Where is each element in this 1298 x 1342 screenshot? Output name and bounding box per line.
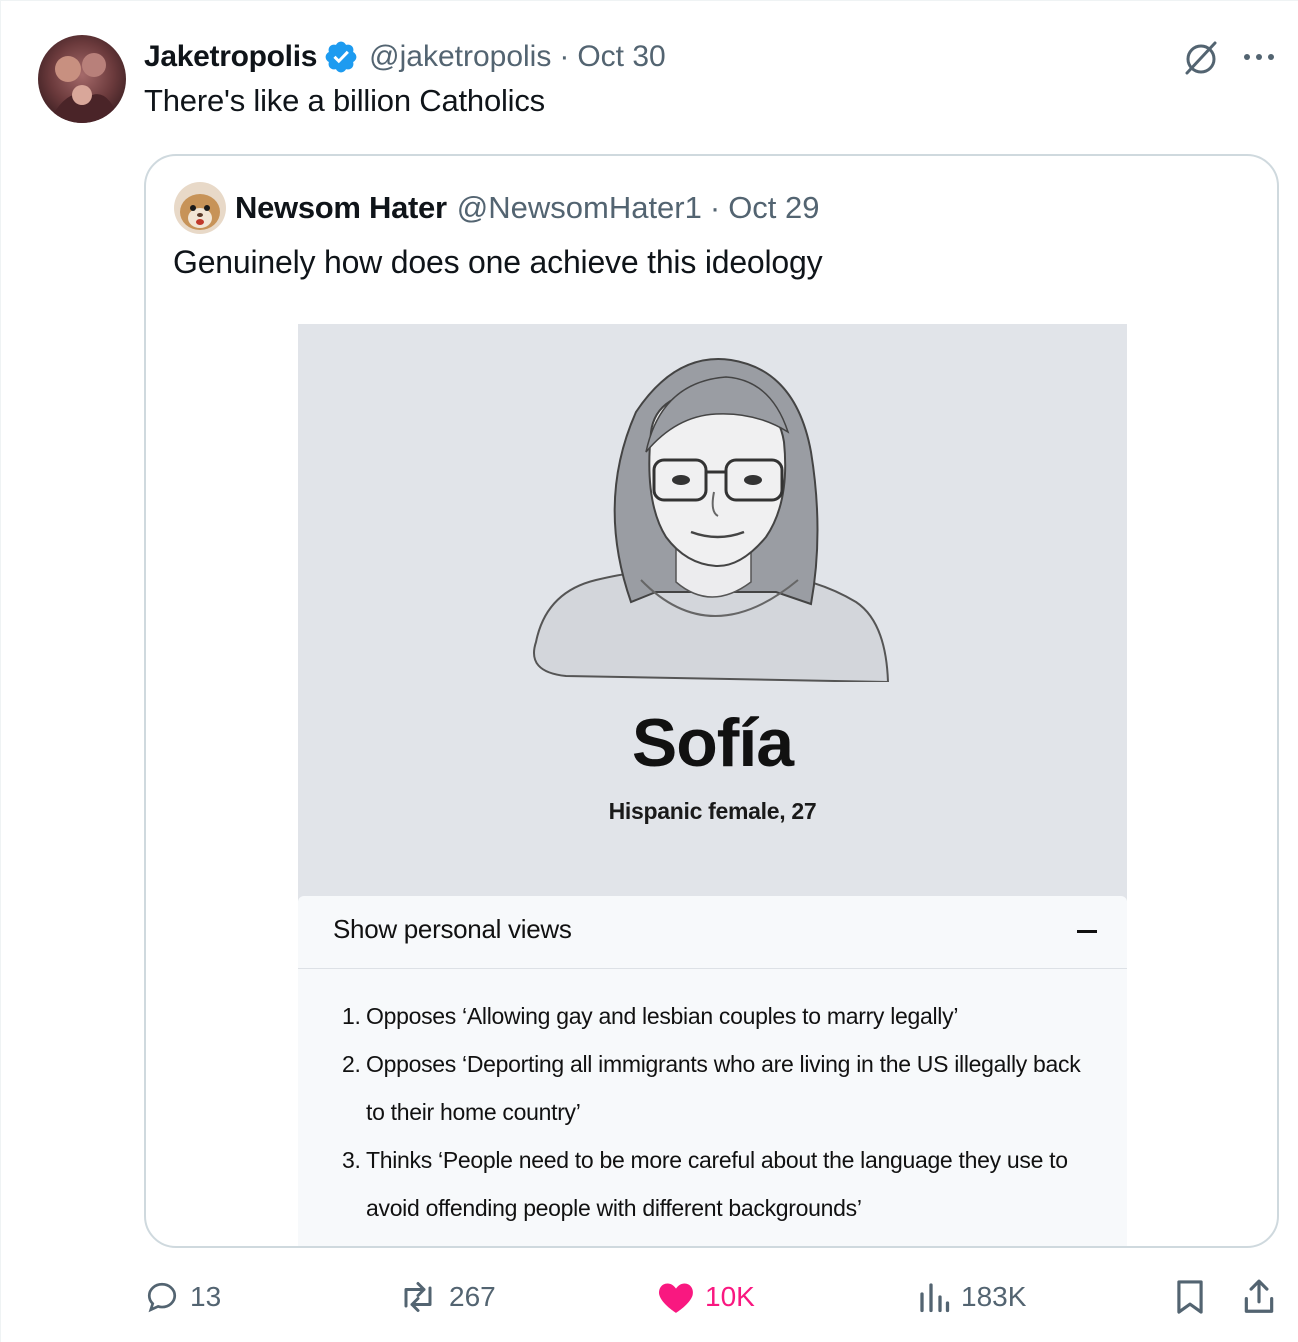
more-icon[interactable] bbox=[1241, 45, 1277, 69]
like-count: 10K bbox=[705, 1281, 755, 1312]
card-person-subtitle: Hispanic female, 27 bbox=[608, 798, 817, 824]
list-item: 2. Opposes ‘Deporting all immigrants who… bbox=[342, 1040, 1102, 1136]
analytics-icon bbox=[920, 1283, 950, 1313]
share-icon bbox=[1244, 1279, 1274, 1313]
like-button[interactable]: 10K bbox=[657, 1271, 755, 1323]
quoted-post-header: Newsom Hater @NewsomHater1 · Oct 29 bbox=[235, 186, 820, 230]
views-button[interactable]: 183K bbox=[917, 1271, 1026, 1323]
heart-icon bbox=[659, 1283, 693, 1313]
bookmark-icon bbox=[1177, 1280, 1203, 1314]
post-header: Jaketropolis @jaketropolis · Oct 30 bbox=[144, 35, 666, 79]
views-count: 183K bbox=[961, 1281, 1027, 1312]
reply-icon bbox=[147, 1282, 177, 1313]
action-bar: 13 267 10K 183K bbox=[1, 1271, 1298, 1323]
quoted-post[interactable]: Newsom Hater @NewsomHater1 · Oct 29 Genu… bbox=[144, 154, 1279, 1248]
author-handle[interactable]: @jaketropolis bbox=[369, 40, 551, 74]
quoted-author-handle[interactable]: @NewsomHater1 bbox=[457, 190, 702, 226]
list-item-number: 1. bbox=[342, 1003, 361, 1029]
portrait-illustration bbox=[526, 342, 896, 684]
bookmark-button[interactable] bbox=[1173, 1271, 1217, 1323]
author-name[interactable]: Jaketropolis bbox=[144, 40, 317, 74]
tweet-container: Jaketropolis @jaketropolis · Oct 30 Ther… bbox=[0, 0, 1298, 1342]
personal-views-panel: Show personal views 1. Opposes ‘Allowing… bbox=[298, 896, 1127, 1246]
reply-button[interactable]: 13 bbox=[144, 1271, 221, 1323]
personal-views-title: Show personal views bbox=[333, 914, 572, 944]
reply-count: 13 bbox=[190, 1281, 222, 1312]
list-item-number: 3. bbox=[342, 1147, 361, 1173]
header-separator: · bbox=[559, 40, 570, 73]
list-item-text: Opposes ‘Deporting all immigrants who ar… bbox=[366, 1051, 1081, 1125]
card-person-name: Sofía bbox=[631, 705, 794, 781]
list-item-text: Thinks ‘People need to be more careful a… bbox=[366, 1147, 1068, 1221]
author-avatar[interactable] bbox=[38, 35, 126, 123]
list-item-number: 2. bbox=[342, 1051, 361, 1077]
list-item-text: Opposes ‘Allowing gay and lesbian couple… bbox=[366, 1003, 959, 1029]
grok-icon[interactable] bbox=[1181, 39, 1221, 77]
quoted-author-name[interactable]: Newsom Hater bbox=[235, 190, 447, 226]
personal-views-list: 1. Opposes ‘Allowing gay and lesbian cou… bbox=[342, 992, 1102, 1232]
verified-badge-icon bbox=[323, 39, 359, 75]
collapse-minus-icon[interactable] bbox=[1077, 930, 1097, 933]
post-text: There's like a billion Catholics bbox=[144, 83, 545, 118]
quoted-post-text: Genuinely how does one achieve this ideo… bbox=[173, 244, 823, 280]
repost-button[interactable]: 267 bbox=[397, 1271, 496, 1323]
quoted-post-date[interactable]: Oct 29 bbox=[728, 190, 819, 226]
quoted-header-separator: · bbox=[709, 190, 721, 225]
post-date[interactable]: Oct 30 bbox=[577, 40, 665, 74]
repost-icon bbox=[404, 1282, 432, 1312]
share-button[interactable] bbox=[1241, 1271, 1287, 1323]
quoted-post-image[interactable]: Sofía Hispanic female, 27 Show personal … bbox=[298, 324, 1127, 1246]
list-item: 1. Opposes ‘Allowing gay and lesbian cou… bbox=[342, 992, 1102, 1040]
repost-count: 267 bbox=[449, 1281, 496, 1312]
personal-views-toggle[interactable]: Show personal views bbox=[298, 896, 1127, 969]
list-item: 3. Thinks ‘People need to be more carefu… bbox=[342, 1136, 1102, 1232]
quoted-author-avatar[interactable] bbox=[174, 182, 226, 234]
